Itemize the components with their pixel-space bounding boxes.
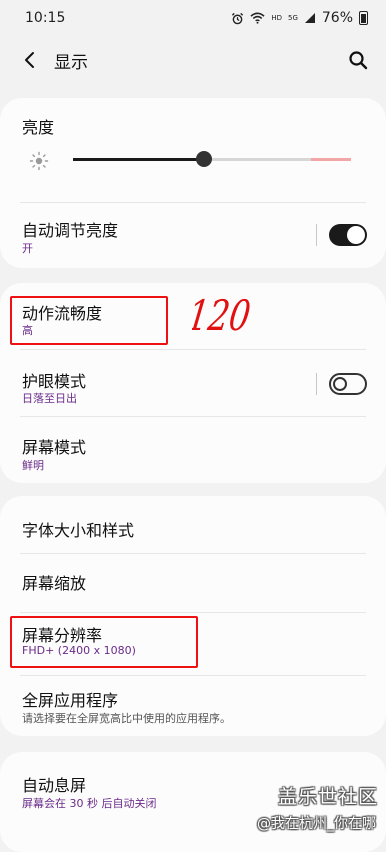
alarm-icon: [232, 12, 244, 24]
eye-comfort-row[interactable]: 护眼模式 日落至日出: [0, 350, 386, 416]
adaptive-brightness-title: 自动调节亮度: [22, 221, 119, 240]
toggle-knob: [347, 226, 365, 244]
annotation-box-resolution: [10, 616, 198, 668]
screen-mode-value: 鲜明: [22, 459, 44, 472]
screen-timeout-title: 自动息屏: [22, 776, 87, 795]
fullscreen-apps-title: 全屏应用程序: [22, 691, 119, 710]
brightness-slider-thumb[interactable]: [196, 151, 212, 167]
adaptive-brightness-row[interactable]: 自动调节亮度 开: [0, 203, 386, 265]
annotation-handwriting: 120: [192, 291, 254, 336]
font-size-title: 字体大小和样式: [22, 521, 135, 540]
signal-icon: [304, 13, 315, 23]
screen-mode-title: 屏幕模式: [22, 438, 87, 457]
toggle-separator: [316, 373, 317, 395]
status-bar: 10:15 HD 5G 76%: [0, 0, 386, 36]
status-time: 10:15: [25, 10, 66, 26]
search-icon: [349, 51, 368, 70]
battery-icon: [359, 11, 368, 25]
battery-percent: 76%: [321, 10, 353, 26]
brightness-slider[interactable]: [73, 151, 351, 167]
screen-mode-row[interactable]: 屏幕模式 鲜明: [0, 417, 386, 481]
screen-timeout-value: 屏幕会在 30 秒 后自动关闭: [22, 797, 157, 810]
toggle-separator: [316, 224, 317, 246]
brightness-title: 亮度: [22, 118, 55, 137]
brightness-slider-high-zone: [311, 158, 351, 161]
watermark-user: @我在杭州_你在哪: [257, 816, 376, 832]
adaptive-brightness-value: 开: [22, 242, 33, 255]
chevron-left-icon: [25, 52, 34, 68]
fullscreen-apps-description: 请选择要在全屏宽高比中使用的应用程序。: [22, 712, 231, 725]
toggle-knob: [333, 377, 347, 391]
eye-comfort-value: 日落至日出: [22, 392, 77, 405]
hd-label: HD: [271, 14, 282, 22]
watermark-brand: 盖乐世社区: [277, 786, 378, 808]
wifi-icon: [250, 12, 265, 24]
annotation-box-motion: [10, 296, 168, 345]
fullscreen-apps-row[interactable]: 全屏应用程序 请选择要在全屏宽高比中使用的应用程序。: [0, 676, 386, 734]
search-button[interactable]: [342, 44, 374, 76]
network-label: 5G: [287, 14, 298, 22]
brightness-slider-rest: [204, 158, 311, 161]
status-icons: HD 5G 76%: [231, 10, 368, 26]
eye-comfort-toggle[interactable]: [329, 373, 367, 395]
screen-zoom-row[interactable]: 屏幕缩放: [0, 554, 386, 612]
annotation-text: 120: [192, 291, 254, 336]
brightness-slider-fill: [73, 158, 204, 161]
eye-comfort-title: 护眼模式: [22, 372, 87, 391]
page-title: 显示: [54, 53, 88, 73]
screen-zoom-title: 屏幕缩放: [22, 574, 87, 593]
sun-icon: [29, 151, 49, 171]
app-header: 显示: [0, 36, 386, 84]
font-size-row[interactable]: 字体大小和样式: [0, 497, 386, 553]
back-button[interactable]: [16, 46, 44, 74]
adaptive-brightness-toggle[interactable]: [329, 224, 367, 246]
